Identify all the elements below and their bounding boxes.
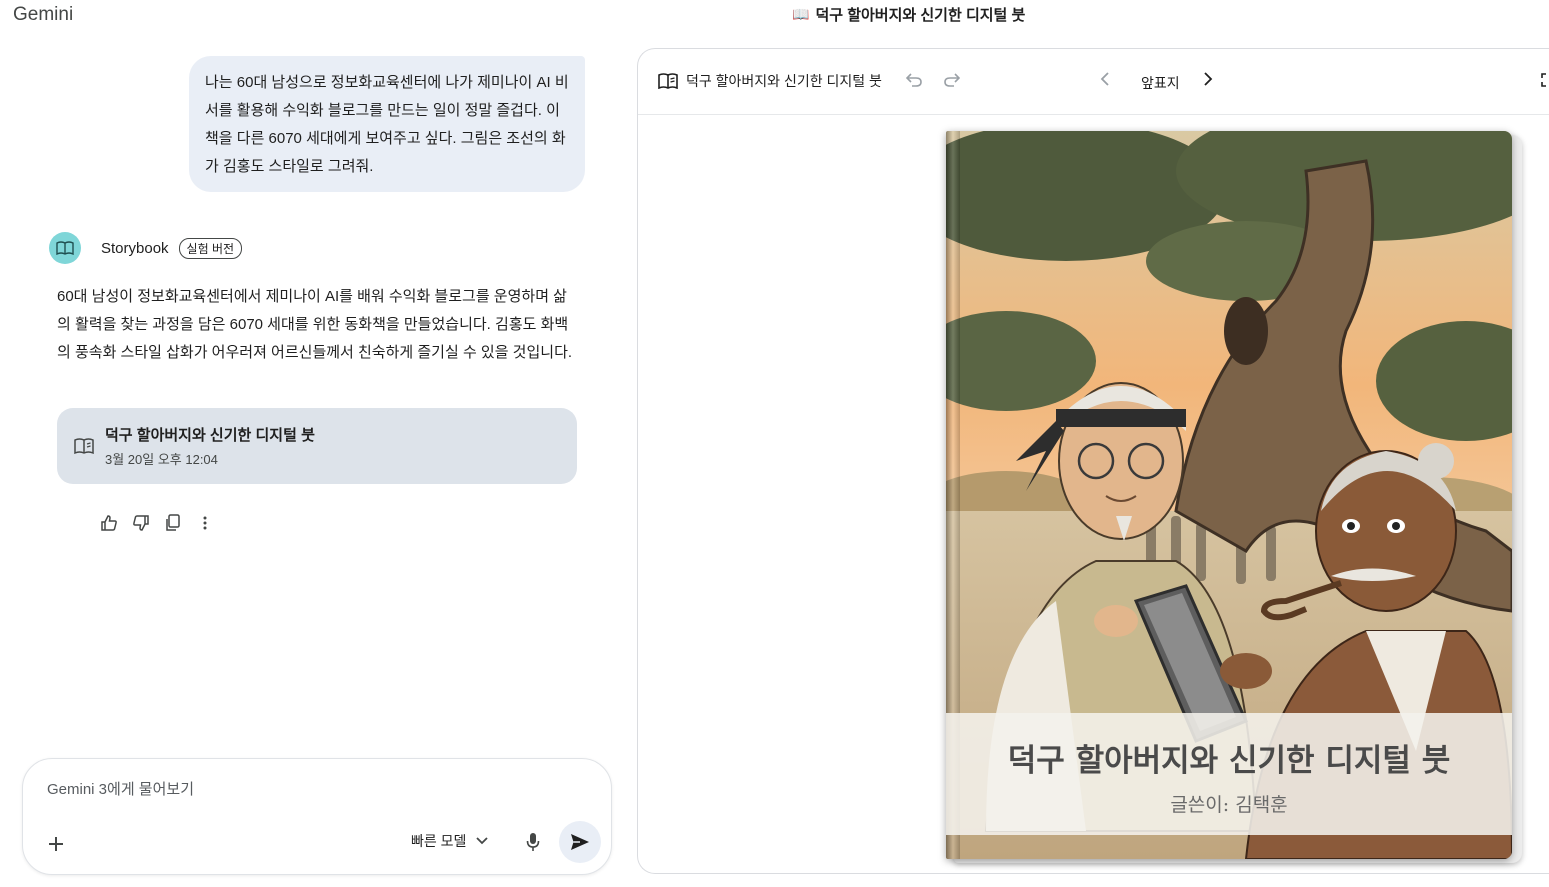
viewer-title-text: 덕구 할아버지와 신기한 디지털 붓: [686, 73, 882, 89]
viewer-toolbar: 덕구 할아버지와 신기한 디지털 붓 앞표지: [638, 49, 1549, 115]
response-actions: [100, 513, 214, 533]
prompt-composer: 빠른 모델: [22, 758, 612, 875]
send-button[interactable]: [559, 821, 601, 863]
book-cover-preview[interactable]: 덕구 할아버지와 신기한 디지털 붓 글쓴이: 김택훈: [946, 131, 1522, 863]
chevron-down-icon: [476, 837, 489, 845]
viewer-title: 덕구 할아버지와 신기한 디지털 붓: [658, 71, 882, 91]
model-label: 빠른 모델: [411, 833, 467, 849]
app-title: Gemini: [13, 4, 74, 25]
cover-title: 덕구 할아버지와 신기한 디지털 붓: [1007, 743, 1451, 779]
copy-icon[interactable]: [164, 513, 182, 533]
agent-name: Storybook: [101, 239, 169, 257]
book-cover: 덕구 할아버지와 신기한 디지털 붓 글쓴이: 김택훈: [946, 131, 1512, 859]
model-selector[interactable]: 빠른 모델: [411, 831, 489, 851]
card-title: 덕구 할아버지와 신기한 디지털 붓: [105, 427, 315, 444]
chevron-left-icon[interactable]: [1100, 71, 1110, 92]
storybook-card[interactable]: 덕구 할아버지와 신기한 디지털 붓 3월 20일 오후 12:04: [57, 408, 577, 484]
chevron-right-icon[interactable]: [1203, 71, 1213, 92]
experimental-badge: 실험 버전: [178, 237, 243, 259]
thumbs-up-icon[interactable]: [100, 513, 118, 533]
prompt-input[interactable]: [47, 781, 527, 798]
storybook-avatar: [49, 232, 81, 264]
page-indicator: 앞표지: [1141, 75, 1180, 91]
cover-title-band: 덕구 할아버지와 신기한 디지털 붓 글쓴이: 김택훈: [946, 713, 1512, 835]
microphone-icon[interactable]: [523, 831, 543, 853]
book-icon: [56, 241, 74, 255]
more-vert-icon[interactable]: [196, 513, 214, 533]
cover-author: 글쓴이: 김택훈: [1170, 794, 1288, 816]
undo-icon[interactable]: [905, 73, 922, 92]
redo-icon[interactable]: [944, 73, 961, 92]
user-message: 나는 60대 남성으로 정보화교육센터에 나가 제미나이 AI 비서를 활용해 …: [189, 56, 585, 192]
storybook-viewer: 덕구 할아버지와 신기한 디지털 붓 앞표지 덕구 할아버지와 신기한 디지털 …: [637, 48, 1549, 874]
agent-header: Storybook 실험 버전: [49, 232, 243, 264]
book-icon: [658, 73, 678, 89]
open-book-icon: 📖: [792, 6, 810, 22]
card-date: 3월 20일 오후 12:04: [105, 452, 218, 467]
window-title: 📖 덕구 할아버지와 신기한 디지털 붓: [792, 4, 1025, 25]
thumbs-down-icon[interactable]: [132, 513, 150, 533]
book-icon: [73, 438, 95, 454]
fullscreen-icon[interactable]: [1541, 73, 1549, 92]
window-title-text: 덕구 할아버지와 신기한 디지털 붓: [815, 7, 1026, 24]
send-icon: [571, 834, 589, 850]
agent-response: 60대 남성이 정보화교육센터에서 제미나이 AI를 배워 수익화 블로그를 운…: [57, 288, 573, 361]
add-icon[interactable]: [43, 831, 69, 857]
